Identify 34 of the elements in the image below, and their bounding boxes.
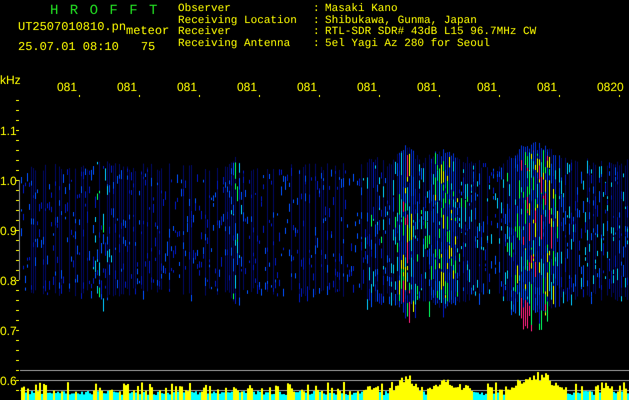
info-label: Receiving Antenna xyxy=(178,38,292,50)
mode-label: meteor xyxy=(126,26,170,38)
colon-separator: : xyxy=(313,16,321,27)
timestamp: 25.07.01 08:10 xyxy=(18,42,119,53)
time-label: 081 xyxy=(537,80,558,94)
count-value: 75 xyxy=(140,42,156,53)
colon-separator: : xyxy=(313,38,321,50)
time-label: 081 xyxy=(177,80,198,94)
colon-separator: : xyxy=(313,4,321,16)
app-title: H R O F F T xyxy=(49,4,160,18)
info-label: Observer xyxy=(178,4,232,15)
frequency-label: 1.0 xyxy=(0,174,17,188)
info-value: Masaki Kano xyxy=(325,4,399,15)
file-name: UT2507010810.pn xyxy=(18,22,126,36)
frequency-label: 0.6 xyxy=(0,374,17,388)
time-label: 081 xyxy=(297,80,318,94)
time-label: 081 xyxy=(417,80,438,94)
unit-label: kHz xyxy=(0,73,21,87)
info-value: 5el Yagi Az 280 for Seoul xyxy=(325,38,492,50)
info-label: Receiver xyxy=(178,27,232,38)
frequency-label: 0.9 xyxy=(0,224,17,238)
info-label: Receiving Location xyxy=(178,16,298,26)
time-label: 081 xyxy=(57,80,78,94)
frequency-label: 1.1 xyxy=(0,124,17,138)
time-label: 081 xyxy=(357,80,378,94)
frequency-label: 0.8 xyxy=(0,274,17,288)
frequency-label: 0.7 xyxy=(0,324,17,338)
time-label: 081 xyxy=(117,80,138,94)
info-value: Shibukawa, Gunma, Japan xyxy=(325,16,478,26)
info-value: RTL-SDR SDR# 43dB L15 96.7MHz CW xyxy=(325,27,536,38)
colon-separator: : xyxy=(313,27,321,38)
time-label: 0820 xyxy=(597,80,624,94)
time-label: 081 xyxy=(237,80,258,94)
time-label: 081 xyxy=(477,80,498,94)
